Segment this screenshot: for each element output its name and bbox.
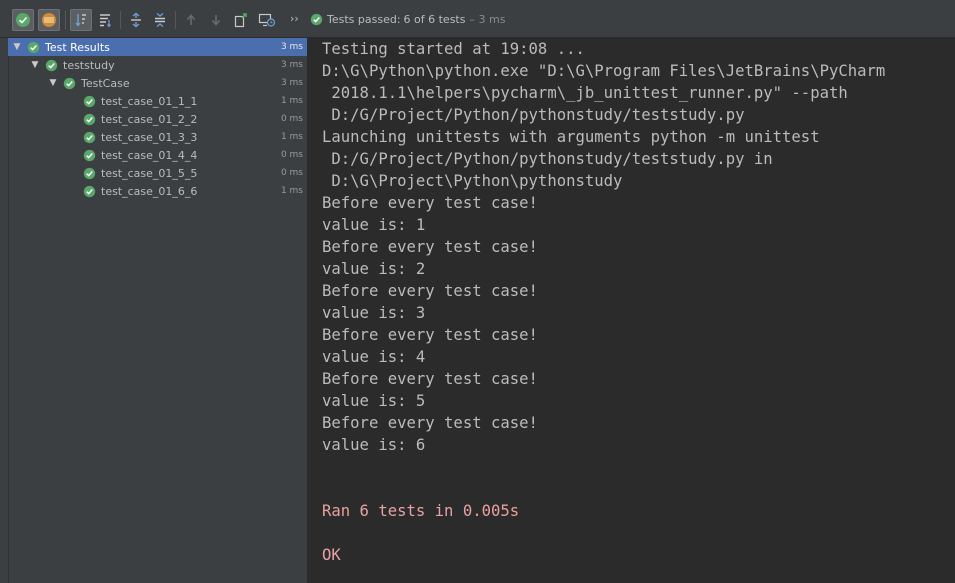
export-results-button[interactable]	[230, 9, 252, 31]
tree-item-test[interactable]: test_case_01_1_1 1 ms	[8, 92, 307, 110]
toolbar-separator	[175, 11, 176, 29]
expand-all-button[interactable]	[125, 9, 147, 31]
sort-alphabetically-button[interactable]	[70, 9, 92, 31]
import-tests-button[interactable]	[256, 9, 278, 31]
collapse-all-icon	[155, 12, 165, 28]
tree-item-label: test_case_01_2_2	[101, 112, 198, 126]
console-line: Before every test case!	[322, 370, 538, 388]
console-line: D:\G\Project\Python\pythonstudy	[322, 172, 623, 190]
tree-item-time: 3 ms	[280, 60, 303, 70]
arrow-up-icon	[186, 14, 196, 25]
console-line: Before every test case!	[322, 282, 538, 300]
check-circle-icon	[45, 59, 58, 71]
check-circle-icon	[83, 149, 96, 161]
console-line: value is: 6	[322, 436, 426, 454]
tree-item-label: test_case_01_4_4	[101, 148, 198, 162]
tree-item-time: 0 ms	[280, 150, 303, 160]
tree-item-test[interactable]: test_case_01_6_6 1 ms	[8, 182, 307, 200]
console-line: value is: 5	[322, 392, 426, 410]
test-runner-toolbar: ›› Tests passed: 6 of 6 tests – 3 ms	[0, 0, 955, 38]
tree-item-label: test_case_01_5_5	[101, 166, 198, 180]
console-text: Testing started at 19:08 ... D:\G\Python\…	[322, 38, 885, 566]
tree-item-test[interactable]: test_case_01_2_2 0 ms	[8, 110, 307, 128]
check-circle-icon	[83, 131, 96, 143]
tree-item-test[interactable]: test_case_01_4_4 0 ms	[8, 146, 307, 164]
test-status: Tests passed: 6 of 6 tests – 3 ms	[310, 11, 505, 27]
console-line: value is: 4	[322, 348, 426, 366]
console-result-line: Ran 6 tests in 0.005s	[322, 502, 520, 520]
check-circle-icon	[63, 77, 76, 89]
console-line: Before every test case!	[322, 238, 538, 256]
check-circle-icon	[27, 41, 40, 53]
export-icon	[234, 13, 247, 28]
history-icon	[258, 13, 276, 27]
toolbar-separator	[120, 11, 121, 29]
console-line: D:\G\Python\python.exe "D:\G\Program Fil…	[322, 62, 886, 80]
status-label: Tests passed:	[327, 12, 401, 26]
console-line: Launching unittests with arguments pytho…	[322, 128, 820, 146]
tree-item-label: test_case_01_6_6	[101, 184, 198, 198]
console-line: Before every test case!	[322, 326, 538, 344]
check-circle-icon	[83, 113, 96, 125]
console-line: Before every test case!	[322, 194, 538, 212]
sort-duration-icon	[100, 14, 111, 28]
status-time: – 3 ms	[469, 12, 506, 26]
show-ignored-button[interactable]	[38, 9, 60, 31]
console-ok-line: OK	[322, 546, 341, 564]
sort-alpha-icon	[75, 14, 86, 27]
console-line: Before every test case!	[322, 414, 538, 432]
check-circle-icon	[16, 13, 30, 27]
ignored-circle-icon	[42, 13, 56, 27]
console-output[interactable]: Testing started at 19:08 ... D:\G\Python\…	[308, 38, 955, 583]
tree-item-time: 3 ms	[280, 42, 303, 52]
tree-item-label: test_case_01_1_1	[101, 94, 198, 108]
arrow-down-icon	[211, 15, 221, 26]
check-circle-icon	[310, 13, 323, 25]
tree-item-label: teststudy	[63, 58, 115, 72]
status-count: 6 of 6 tests	[403, 12, 466, 26]
expand-all-icon	[131, 12, 141, 28]
check-circle-icon	[83, 95, 96, 107]
tree-item-teststudy[interactable]: ▼ teststudy 3 ms	[8, 56, 307, 74]
sort-by-duration-button[interactable]	[94, 9, 116, 31]
expand-arrow-icon[interactable]: ▼	[12, 42, 22, 52]
tree-item-label: test_case_01_3_3	[101, 130, 198, 144]
collapse-all-button[interactable]	[149, 9, 171, 31]
tree-item-time: 3 ms	[280, 78, 303, 88]
tree-item-label: Test Results	[45, 40, 110, 54]
console-line: value is: 2	[322, 260, 426, 278]
tree-item-time: 1 ms	[280, 96, 303, 106]
console-line: value is: 1	[322, 216, 426, 234]
expand-arrow-icon[interactable]: ▼	[30, 60, 40, 70]
tree-item-time: 1 ms	[280, 186, 303, 196]
tree-item-time: 0 ms	[280, 168, 303, 178]
tree-item-test[interactable]: test_case_01_3_3 1 ms	[8, 128, 307, 146]
console-line: Testing started at 19:08 ...	[322, 40, 585, 58]
more-actions-chevron[interactable]: ››	[290, 12, 299, 25]
tree-item-time: 0 ms	[280, 114, 303, 124]
next-failed-button[interactable]	[205, 9, 227, 31]
tree-item-testcase[interactable]: ▼ TestCase 3 ms	[8, 74, 307, 92]
console-line: D:/G/Project/Python/pythonstudy/teststud…	[322, 106, 745, 124]
tree-item-time: 1 ms	[280, 132, 303, 142]
previous-failed-button[interactable]	[180, 9, 202, 31]
toolbar-separator	[65, 11, 66, 29]
console-line: 2018.1.1\helpers\pycharm\_jb_unittest_ru…	[322, 84, 848, 102]
tree-item-test[interactable]: test_case_01_5_5 0 ms	[8, 164, 307, 182]
console-line: value is: 3	[322, 304, 426, 322]
check-circle-icon	[83, 167, 96, 179]
show-passed-button[interactable]	[12, 9, 34, 31]
expand-arrow-icon[interactable]: ▼	[48, 78, 58, 88]
check-circle-icon	[83, 185, 96, 197]
console-line: D:/G/Project/Python/pythonstudy/teststud…	[322, 150, 773, 168]
tree-item-test-results[interactable]: ▼ Test Results 3 ms	[8, 38, 307, 56]
tree-item-label: TestCase	[81, 76, 130, 90]
